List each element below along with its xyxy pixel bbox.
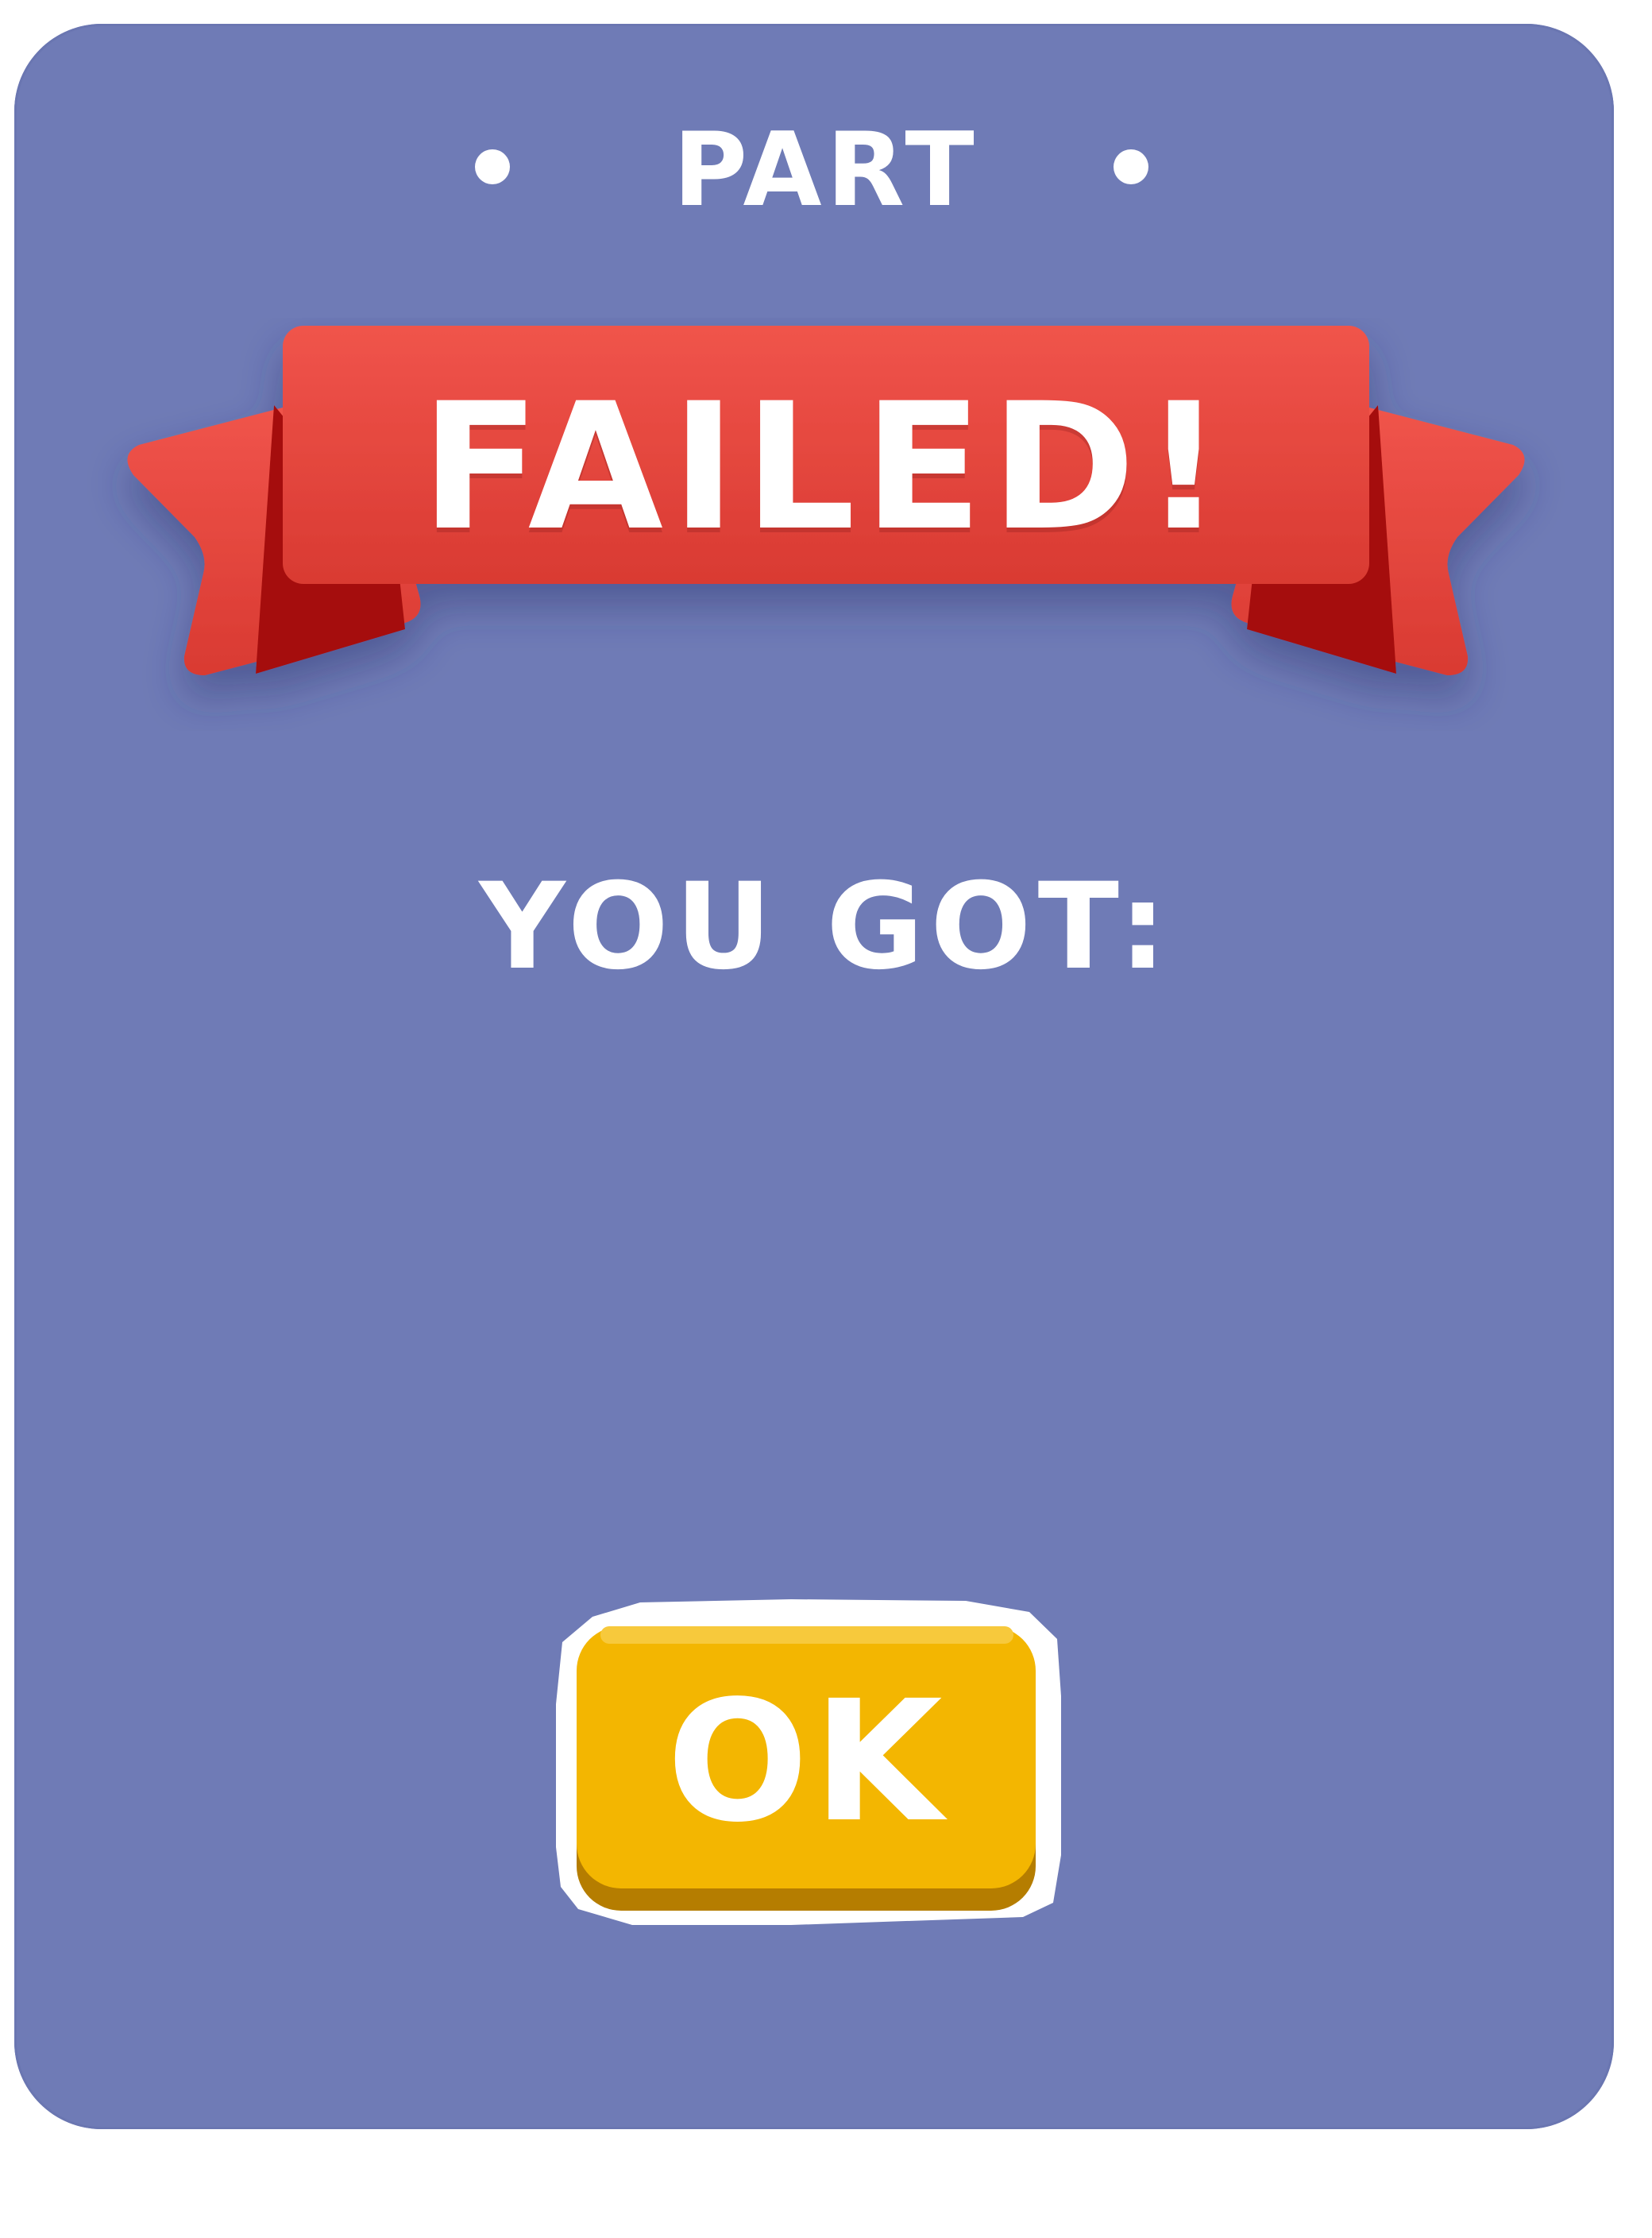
failed-title: FAILED! <box>420 365 1232 569</box>
part-header: PART <box>0 111 1652 230</box>
right-dot-icon <box>1114 149 1148 184</box>
ok-button[interactable]: OK <box>553 1593 1061 1927</box>
ok-label: OK <box>666 1664 948 1859</box>
part-label: PART <box>673 111 979 230</box>
failed-banner: FAILED! <box>0 318 1652 731</box>
you-got-label: YOU GOT: <box>479 858 1173 996</box>
